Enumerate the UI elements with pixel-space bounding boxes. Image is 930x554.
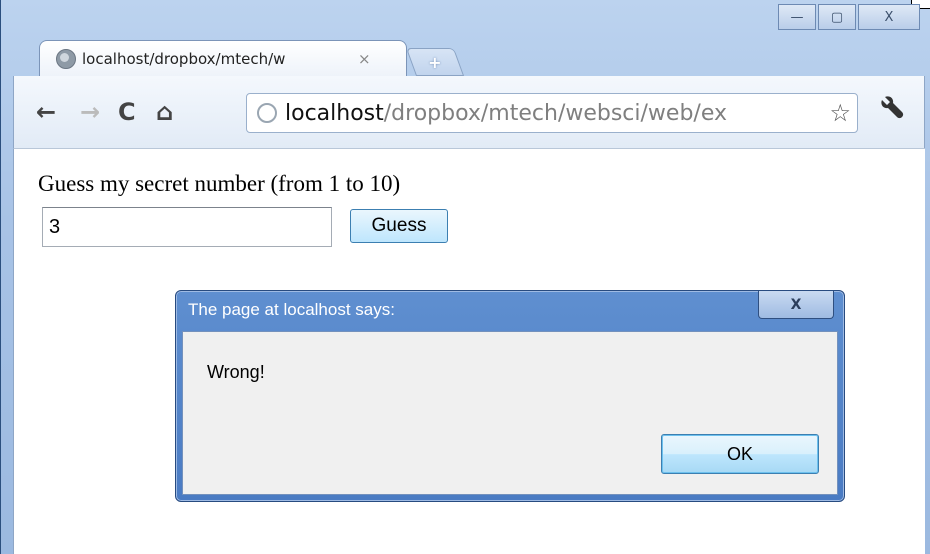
url-path: /dropbox/mtech/websci/web/ex — [383, 100, 727, 126]
minimize-button[interactable]: — — [778, 4, 816, 30]
browser-tab[interactable]: localhost/dropbox/mtech/w × — [39, 40, 407, 76]
page-info-icon[interactable] — [257, 103, 277, 123]
home-icon[interactable]: ⌂ — [156, 98, 173, 126]
address-bar[interactable]: localhost /dropbox/mtech/websci/web/ex ☆ — [246, 93, 858, 133]
back-arrow-icon[interactable]: ← — [36, 98, 56, 126]
tab-close-icon[interactable]: × — [358, 50, 371, 68]
wrench-svg — [881, 96, 904, 119]
globe-icon — [56, 48, 76, 69]
ok-button[interactable]: OK — [661, 434, 819, 474]
reload-icon[interactable]: C — [118, 98, 136, 126]
tab-title: localhost/dropbox/mtech/w — [82, 49, 286, 68]
prompt-text: Guess my secret number (from 1 to 10) — [38, 171, 401, 196]
forward-arrow-icon[interactable]: → — [80, 98, 100, 126]
dialog-title: The page at localhost says: — [188, 300, 395, 319]
window-controls: — ▢ X — [778, 4, 920, 30]
dialog-body: Wrong! OK — [182, 331, 838, 495]
close-window-button[interactable]: X — [858, 4, 920, 30]
alert-dialog: The page at localhost says: X Wrong! OK — [175, 290, 845, 502]
guess-button[interactable]: Guess — [350, 209, 448, 243]
new-tab-button[interactable]: + — [405, 48, 465, 76]
url-host: localhost — [285, 100, 384, 126]
bookmark-star-icon[interactable]: ☆ — [829, 99, 851, 127]
browser-window: — ▢ X localhost/dropbox/mtech/w × + ← → … — [0, 0, 930, 554]
browser-toolbar: ← → C ⌂ localhost /dropbox/mtech/websci/… — [13, 76, 925, 148]
wrench-icon[interactable] — [878, 94, 906, 129]
plus-icon: + — [428, 52, 442, 72]
dialog-close-button[interactable]: X — [758, 291, 834, 319]
guess-input[interactable] — [42, 207, 332, 247]
maximize-button[interactable]: ▢ — [818, 4, 856, 30]
dialog-message: Wrong! — [207, 362, 265, 382]
